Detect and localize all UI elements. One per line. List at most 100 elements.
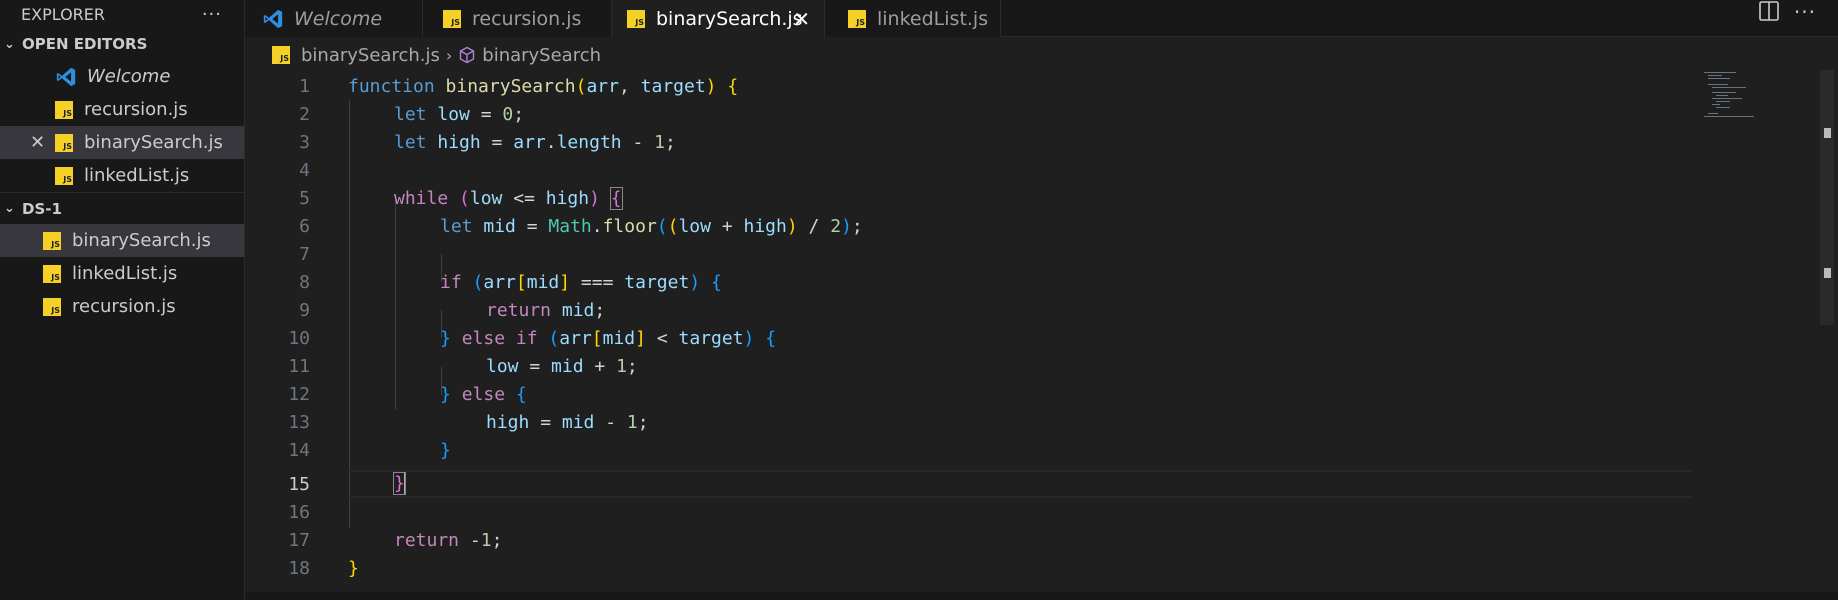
code-line: 7 [245, 240, 1695, 268]
line-number: 15 [288, 473, 310, 495]
open-editor-label: recursion.js [84, 99, 188, 120]
folder-label: DS-1 [22, 199, 62, 218]
line-number: 3 [299, 131, 310, 153]
file-item-binarysearch[interactable]: JS binarySearch.js [0, 224, 244, 257]
chevron-right-icon: › [445, 45, 453, 65]
code-line: 3 let high = arr.length - 1; [245, 128, 1695, 156]
line-number: 14 [288, 439, 310, 461]
line-number: 13 [288, 411, 310, 433]
split-editor-icon[interactable] [1758, 0, 1780, 22]
horizontal-scrollbar[interactable] [245, 592, 1838, 600]
tab-welcome[interactable]: Welcome [245, 0, 423, 37]
code-text: } [440, 439, 451, 461]
file-item-linkedlist[interactable]: JS linkedList.js [0, 257, 244, 290]
open-editor-label: binarySearch.js [84, 132, 223, 153]
code-line: 2 let low = 0; [245, 100, 1695, 128]
folder-section-header[interactable]: ⌄ DS-1 [0, 192, 244, 224]
code-text: } [348, 557, 359, 579]
code-line: 11 low = mid + 1; [245, 352, 1695, 380]
line-number: 8 [299, 271, 310, 293]
tab-close-icon[interactable]: ✕ [793, 7, 810, 31]
code-text: } else { [440, 383, 527, 405]
code-line: 10 } else if (arr[mid] < target) { [245, 324, 1695, 352]
tab-label: binarySearch.js [656, 8, 803, 30]
line-number: 5 [299, 187, 310, 209]
more-actions-icon[interactable]: ··· [1794, 0, 1816, 24]
js-file-icon: JS [627, 10, 645, 28]
breadcrumb-file[interactable]: binarySearch.js [301, 45, 440, 66]
file-tree: JS binarySearch.js JS linkedList.js JS r… [0, 224, 244, 323]
explorer-header: EXPLORER ··· [0, 0, 244, 28]
js-file-icon: JS [43, 297, 61, 316]
code-text: while (low <= high) { [394, 186, 623, 210]
open-editors-section-header[interactable]: ⌄ OPEN EDITORS [0, 28, 244, 60]
open-editor-label: Welcome [87, 66, 171, 87]
code-line: 9 return mid; [245, 296, 1695, 324]
open-editor-item-binarysearch[interactable]: ✕ JS binarySearch.js [0, 126, 244, 159]
open-editor-label: linkedList.js [84, 165, 190, 186]
code-line: 1 function binarySearch(arr, target) { [245, 72, 1695, 100]
open-editor-item-linkedlist[interactable]: JS linkedList.js [0, 159, 244, 192]
tab-linkedlist[interactable]: JS linkedList.js [825, 0, 1001, 37]
line-number: 2 [299, 103, 310, 125]
breadcrumb: JS binarySearch.js › binarySearch [272, 41, 601, 69]
line-number: 4 [299, 159, 310, 181]
tab-label: recursion.js [472, 7, 582, 30]
code-line: 8 if (arr[mid] === target) { [245, 268, 1695, 296]
file-label: binarySearch.js [72, 230, 211, 251]
js-file-icon: JS [43, 231, 61, 250]
code-line: 16 [245, 498, 1695, 526]
tab-recursion[interactable]: JS recursion.js [423, 0, 612, 37]
js-file-icon: JS [55, 166, 73, 185]
line-number: 10 [288, 327, 310, 349]
open-editor-item-welcome[interactable]: Welcome [0, 60, 244, 93]
scrollbar-marker [1824, 268, 1831, 278]
explorer-sidebar: EXPLORER ··· ⌄ OPEN EDITORS Welcome JS r… [0, 0, 245, 600]
js-file-icon: JS [55, 133, 73, 152]
minimap[interactable] [1700, 70, 1760, 120]
open-editors-list: Welcome JS recursion.js ✕ JS binarySearc… [0, 60, 244, 192]
code-line: 6 let mid = Math.floor((low + high) / 2)… [245, 212, 1695, 240]
tab-bar: Welcome JS recursion.js JS binarySearch.… [245, 0, 1838, 38]
line-number: 18 [288, 557, 310, 579]
explorer-more-icon[interactable]: ··· [202, 4, 222, 25]
chevron-down-icon: ⌄ [4, 201, 15, 216]
file-label: recursion.js [72, 296, 176, 317]
js-file-icon: JS [272, 46, 290, 64]
js-file-icon: JS [43, 264, 61, 283]
tab-binarysearch[interactable]: JS binarySearch.js ✕ [612, 0, 825, 38]
line-number: 9 [299, 299, 310, 321]
code-line: 4 [245, 156, 1695, 184]
scrollbar-marker [1824, 128, 1831, 138]
explorer-title: EXPLORER [21, 4, 105, 24]
open-editor-item-recursion[interactable]: JS recursion.js [0, 93, 244, 126]
code-line: 14 } [245, 436, 1695, 464]
code-text: return mid; [486, 299, 606, 321]
code-text: high = mid - 1; [486, 411, 649, 433]
code-line: 12 } else { [245, 380, 1695, 408]
code-text: function binarySearch(arr, target) { [348, 75, 739, 97]
line-number: 1 [299, 75, 310, 97]
line-number: 6 [299, 215, 310, 237]
code-text: let low = 0; [394, 103, 525, 125]
code-line: 13 high = mid - 1; [245, 408, 1695, 436]
code-line: 5 while (low <= high) { [245, 184, 1695, 212]
code-editor[interactable]: 1 function binarySearch(arr, target) { 2… [245, 72, 1695, 600]
code-text: return -1; [394, 529, 503, 551]
line-number: 17 [288, 529, 310, 551]
breadcrumb-symbol[interactable]: binarySearch [482, 45, 601, 66]
code-text: let high = arr.length - 1; [394, 131, 676, 153]
line-number: 12 [288, 383, 310, 405]
file-item-recursion[interactable]: JS recursion.js [0, 290, 244, 323]
code-text: low = mid + 1; [486, 355, 638, 377]
tab-label: linkedList.js [877, 7, 989, 30]
line-number: 11 [288, 355, 310, 377]
js-file-icon: JS [55, 100, 73, 119]
vscode-icon [55, 66, 77, 88]
code-text: if (arr[mid] === target) { [440, 271, 722, 293]
code-text: } else if (arr[mid] < target) { [440, 327, 777, 349]
close-icon[interactable]: ✕ [30, 132, 45, 153]
code-line: 17 return -1; [245, 526, 1695, 554]
vertical-scrollbar[interactable] [1820, 70, 1834, 325]
code-line: 18 } [245, 554, 1695, 582]
